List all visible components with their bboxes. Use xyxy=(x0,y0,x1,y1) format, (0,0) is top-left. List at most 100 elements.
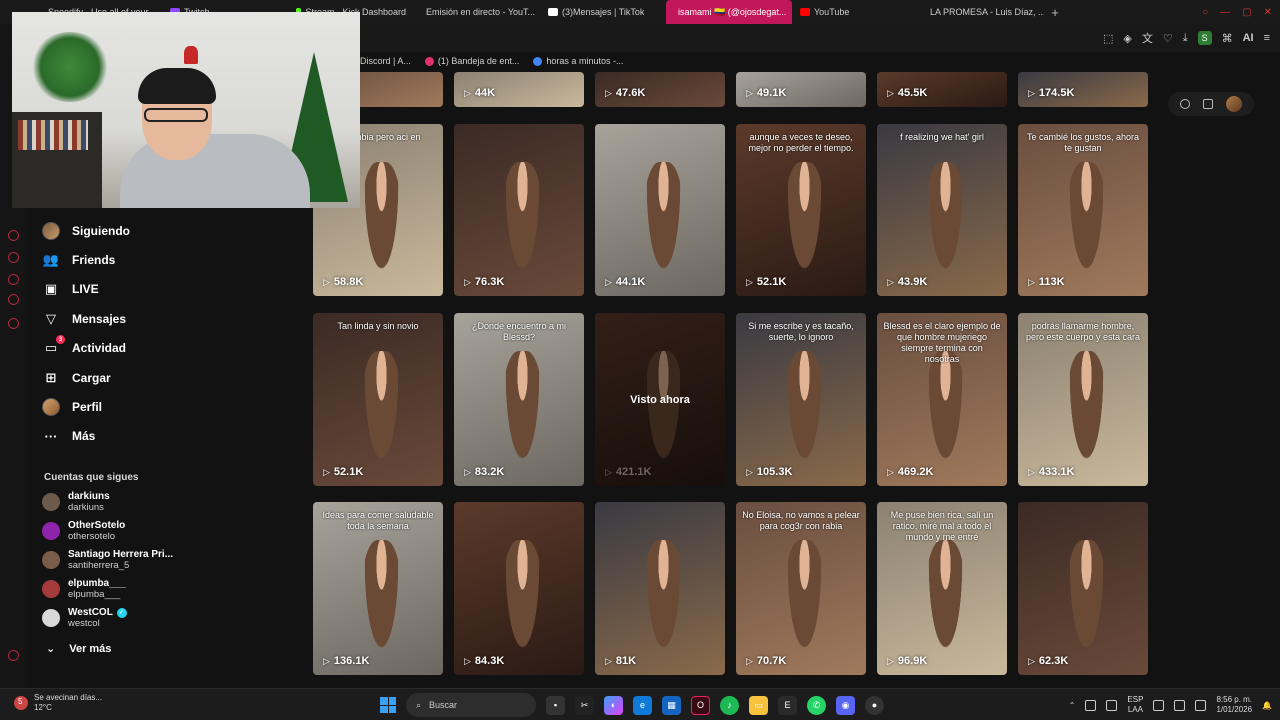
tab-la-promesa[interactable]: LA PROMESA - Luis Díaz, ... xyxy=(918,0,1044,24)
microphone-icon[interactable] xyxy=(1106,699,1118,711)
video-subject xyxy=(1067,351,1107,473)
sidebar-icon[interactable] xyxy=(8,650,19,661)
video-thumbnail[interactable]: ▷ 81K xyxy=(595,502,725,675)
snapshot-icon[interactable]: ⬚ xyxy=(1103,32,1113,45)
capcut-icon[interactable]: ✂ xyxy=(575,695,594,715)
nav-perfil[interactable]: Perfil xyxy=(42,395,102,419)
video-thumbnail[interactable]: Te cambié los gustos, ahora te gustan ▷ 11… xyxy=(1018,124,1148,296)
windows-start-icon[interactable] xyxy=(380,697,396,713)
obs-icon[interactable]: ● xyxy=(865,695,884,715)
video-thumbnail[interactable]: ▷ 84.3K xyxy=(454,502,584,675)
following-account[interactable]: OtherSotelo othersotelo xyxy=(42,518,292,544)
close-icon[interactable]: ✕ xyxy=(1264,7,1272,18)
play-icon: ▷ xyxy=(464,655,471,666)
chevron-up-icon[interactable]: ⌃ xyxy=(1069,701,1076,710)
clock[interactable]: 8:56 p. m. 1/01/2026 xyxy=(1216,695,1252,715)
video-thumbnail[interactable]: ¿Donde encuentro a mi Blessd? ▷ 83.2K xyxy=(454,313,584,486)
video-thumbnail[interactable]: Si me escribe y es tacaño, suerte, lo ig… xyxy=(736,313,866,486)
weather-widget[interactable]: 5 Se avecinan días... 12°C xyxy=(14,693,102,713)
battery-icon[interactable] xyxy=(1195,699,1207,711)
tab-youtube[interactable]: YouTube xyxy=(792,0,918,24)
video-thumbnail[interactable]: Visto ahora ▷ 421.1K xyxy=(595,313,725,486)
minimize-icon[interactable]: — xyxy=(1220,7,1230,18)
tab-tiktok-profile[interactable]: isamami 🇨🇴 (@ojosdegat... xyxy=(666,0,792,24)
bookmark-google[interactable]: horas a minutos -... xyxy=(533,56,623,66)
sidebar-icon[interactable] xyxy=(8,294,19,305)
onedrive-icon[interactable] xyxy=(1085,699,1097,711)
video-thumbnail[interactable]: No Eloisa, no vamos a pelear para cog3r … xyxy=(736,502,866,675)
task-view-icon[interactable]: ▪ xyxy=(546,695,565,715)
discord-icon[interactable]: ◉ xyxy=(836,695,855,715)
video-thumbnail[interactable]: Me puse bien rica, salí un ratico, miré … xyxy=(877,502,1007,675)
taskbar-search[interactable]: ⌕ Buscar xyxy=(406,693,536,717)
following-account[interactable]: Santiago Herrera Pri... santiherrera_5 xyxy=(42,547,292,573)
video-thumbnail[interactable]: ▷ 44K xyxy=(454,72,584,107)
volume-icon[interactable] xyxy=(1174,699,1186,711)
edge-icon[interactable]: e xyxy=(633,695,652,715)
profile-badge[interactable]: S xyxy=(1197,31,1212,45)
see-more-button[interactable]: ⌄ Ver más xyxy=(46,642,111,656)
video-thumbnail[interactable]: Ideas para comer saludable toda la seman… xyxy=(313,502,443,675)
sidebar-icon[interactable] xyxy=(8,274,19,285)
following-account[interactable]: WestCOL ✓ westcol xyxy=(42,605,292,631)
window-controls: ○ — ▢ ✕ xyxy=(1202,0,1272,24)
nav-actividad[interactable]: ▭ 3 Actividad xyxy=(42,335,126,360)
maximize-icon[interactable]: ▢ xyxy=(1242,7,1251,18)
ai-button[interactable]: AI xyxy=(1243,32,1254,44)
nav-live[interactable]: ▣ LIVE xyxy=(42,277,99,301)
play-icon: ▷ xyxy=(323,276,330,287)
search-tabs-icon[interactable]: ○ xyxy=(1202,7,1208,18)
nav-siguiendo[interactable]: Siguiendo xyxy=(42,219,130,243)
sidebar-icon[interactable] xyxy=(8,230,19,241)
nav-mensajes[interactable]: ▽ Mensajes xyxy=(42,307,126,331)
video-thumbnail[interactable]: ▷ 44.1K xyxy=(595,124,725,296)
messages-icon: ▽ xyxy=(46,311,56,326)
notification-bell-icon[interactable]: 🔔 xyxy=(1262,701,1272,710)
tab-tiktok-messages[interactable]: (3)Mensajes | TikTok xyxy=(540,0,666,24)
following-account[interactable]: elpumba___ elpumba___ xyxy=(42,576,292,602)
video-subject xyxy=(926,540,966,662)
following-account[interactable]: darkiuns darkiuns xyxy=(42,489,292,515)
whatsapp-icon[interactable]: ✆ xyxy=(807,695,826,715)
play-icon: ▷ xyxy=(464,466,471,477)
compass-icon[interactable] xyxy=(1180,99,1191,109)
video-thumbnail[interactable]: ▷ 76.3K xyxy=(454,124,584,296)
video-thumbnail[interactable]: ▷ 45.5K xyxy=(877,72,1007,107)
phone-icon[interactable] xyxy=(1202,99,1213,109)
video-thumbnail[interactable]: ▷ 174.5K xyxy=(1018,72,1148,107)
monitor-icon[interactable] xyxy=(1153,699,1165,711)
view-count-value: 421.1K xyxy=(615,466,652,478)
bookmark-discord[interactable]: Discord | A... xyxy=(360,56,411,66)
video-thumbnail[interactable]: ▷ 49.1K xyxy=(736,72,866,107)
opera-gx-icon[interactable]: O xyxy=(691,695,710,715)
video-thumbnail[interactable]: aunque a veces te deseo, mejor no perder… xyxy=(736,124,866,296)
copilot-icon[interactable]: ◐ xyxy=(604,695,623,715)
language-indicator[interactable]: ESP LAA xyxy=(1127,695,1143,715)
menu-icon[interactable]: ≡ xyxy=(1264,32,1270,44)
translate-icon[interactable]: 文 xyxy=(1142,30,1153,46)
video-thumbnail[interactable]: ▷ 62.3K xyxy=(1018,502,1148,675)
video-thumbnail[interactable]: ▷ 47.6K xyxy=(595,72,725,107)
epic-games-icon[interactable]: E xyxy=(778,695,797,715)
file-explorer-icon[interactable]: ▭ xyxy=(749,695,768,715)
settings-icon[interactable] xyxy=(8,318,19,329)
extensions-icon[interactable]: ⌘ xyxy=(1222,32,1233,45)
heart-icon[interactable]: ♡ xyxy=(1163,32,1173,45)
spotify-icon[interactable]: ♪ xyxy=(720,695,739,715)
store-icon[interactable]: ▦ xyxy=(662,695,681,715)
video-thumbnail[interactable]: Blessd es el claro ejemplo de que hombre… xyxy=(877,313,1007,486)
video-thumbnail[interactable]: f realizing we hat' girl ▷ 43.9K xyxy=(877,124,1007,296)
sidebar-icon[interactable] xyxy=(8,252,19,263)
video-thumbnail[interactable]: Tan linda y sin novio ▷ 52.1K xyxy=(313,313,443,486)
new-tab-button[interactable]: + xyxy=(1044,0,1066,24)
tab-youtube-studio[interactable]: Emisión en directo - YouT... xyxy=(414,0,540,24)
nav-cargar[interactable]: ⊞ Cargar xyxy=(42,366,111,390)
user-avatar[interactable] xyxy=(1225,96,1242,112)
nav-mas[interactable]: ··· Más xyxy=(42,424,96,448)
bookmark-instagram[interactable]: (1) Bandeja de ent... xyxy=(424,56,519,66)
play-icon: ▷ xyxy=(1028,655,1035,666)
video-thumbnail[interactable]: podrás llamarme hombre, pero este cuerpo… xyxy=(1018,313,1148,486)
download-icon[interactable]: ⤓ xyxy=(1183,32,1188,45)
nav-friends[interactable]: 👥 Friends xyxy=(42,248,115,272)
shield-icon[interactable]: ◈ xyxy=(1123,32,1131,45)
